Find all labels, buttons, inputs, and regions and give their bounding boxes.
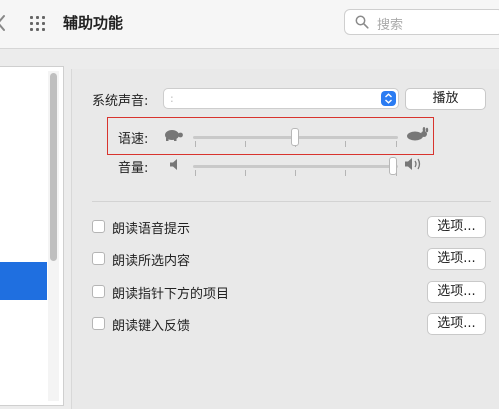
volume-tick xyxy=(245,170,246,176)
sidebar-item-selected[interactable] xyxy=(0,262,47,300)
page-title: 辅助功能 xyxy=(63,14,124,32)
sidebar xyxy=(0,66,64,406)
volume-tick xyxy=(195,170,196,176)
rate-tick xyxy=(396,141,397,147)
option-label: 朗读指针下方的项目 xyxy=(112,287,230,302)
grid-icon[interactable] xyxy=(29,15,47,33)
search-placeholder: 搜索 xyxy=(377,18,404,33)
rate-tick xyxy=(345,141,346,147)
volume-tick xyxy=(345,170,346,176)
toolbar: 辅助功能 搜索 xyxy=(0,0,499,49)
section-divider xyxy=(92,201,491,202)
play-button[interactable]: 播放 xyxy=(405,88,486,110)
checkbox-speak-selection[interactable] xyxy=(92,252,105,265)
option-label: 朗读语音提示 xyxy=(112,222,191,237)
options-button[interactable]: 选项... xyxy=(427,216,486,238)
volume-label: 音量: xyxy=(118,161,149,176)
rate-slider-knob[interactable] xyxy=(291,128,299,146)
checkbox-speak-announcements[interactable] xyxy=(92,220,105,233)
rate-label: 语速: xyxy=(118,132,149,147)
options-button[interactable]: 选项... xyxy=(427,248,486,270)
turtle-icon xyxy=(165,130,183,141)
search-input[interactable]: 搜索 xyxy=(344,9,499,35)
checkbox-speak-under-pointer[interactable] xyxy=(92,285,105,298)
rate-tick xyxy=(245,141,246,147)
select-stepper-icon xyxy=(381,91,396,106)
system-voice-select[interactable]: : xyxy=(163,88,399,109)
sidebar-scrollbar-thumb[interactable] xyxy=(50,73,57,261)
speaker-low-icon xyxy=(170,159,177,170)
speaker-high-icon xyxy=(405,158,421,170)
options-button[interactable]: 选项... xyxy=(427,281,486,303)
checkbox-typing-feedback[interactable] xyxy=(92,317,105,330)
options-button[interactable]: 选项... xyxy=(427,313,486,335)
search-icon xyxy=(355,15,369,29)
back-chevron-icon[interactable] xyxy=(0,13,8,33)
rate-tick xyxy=(195,141,196,147)
hare-icon xyxy=(407,127,429,141)
volume-tick xyxy=(295,170,296,176)
volume-slider-track[interactable] xyxy=(193,165,398,168)
option-label: 朗读所选内容 xyxy=(112,254,191,269)
option-label: 朗读键入反馈 xyxy=(112,319,191,334)
volume-slider-knob[interactable] xyxy=(389,157,397,175)
voice-label: 系统声音: xyxy=(92,94,149,109)
voice-select-value: : xyxy=(170,92,174,105)
